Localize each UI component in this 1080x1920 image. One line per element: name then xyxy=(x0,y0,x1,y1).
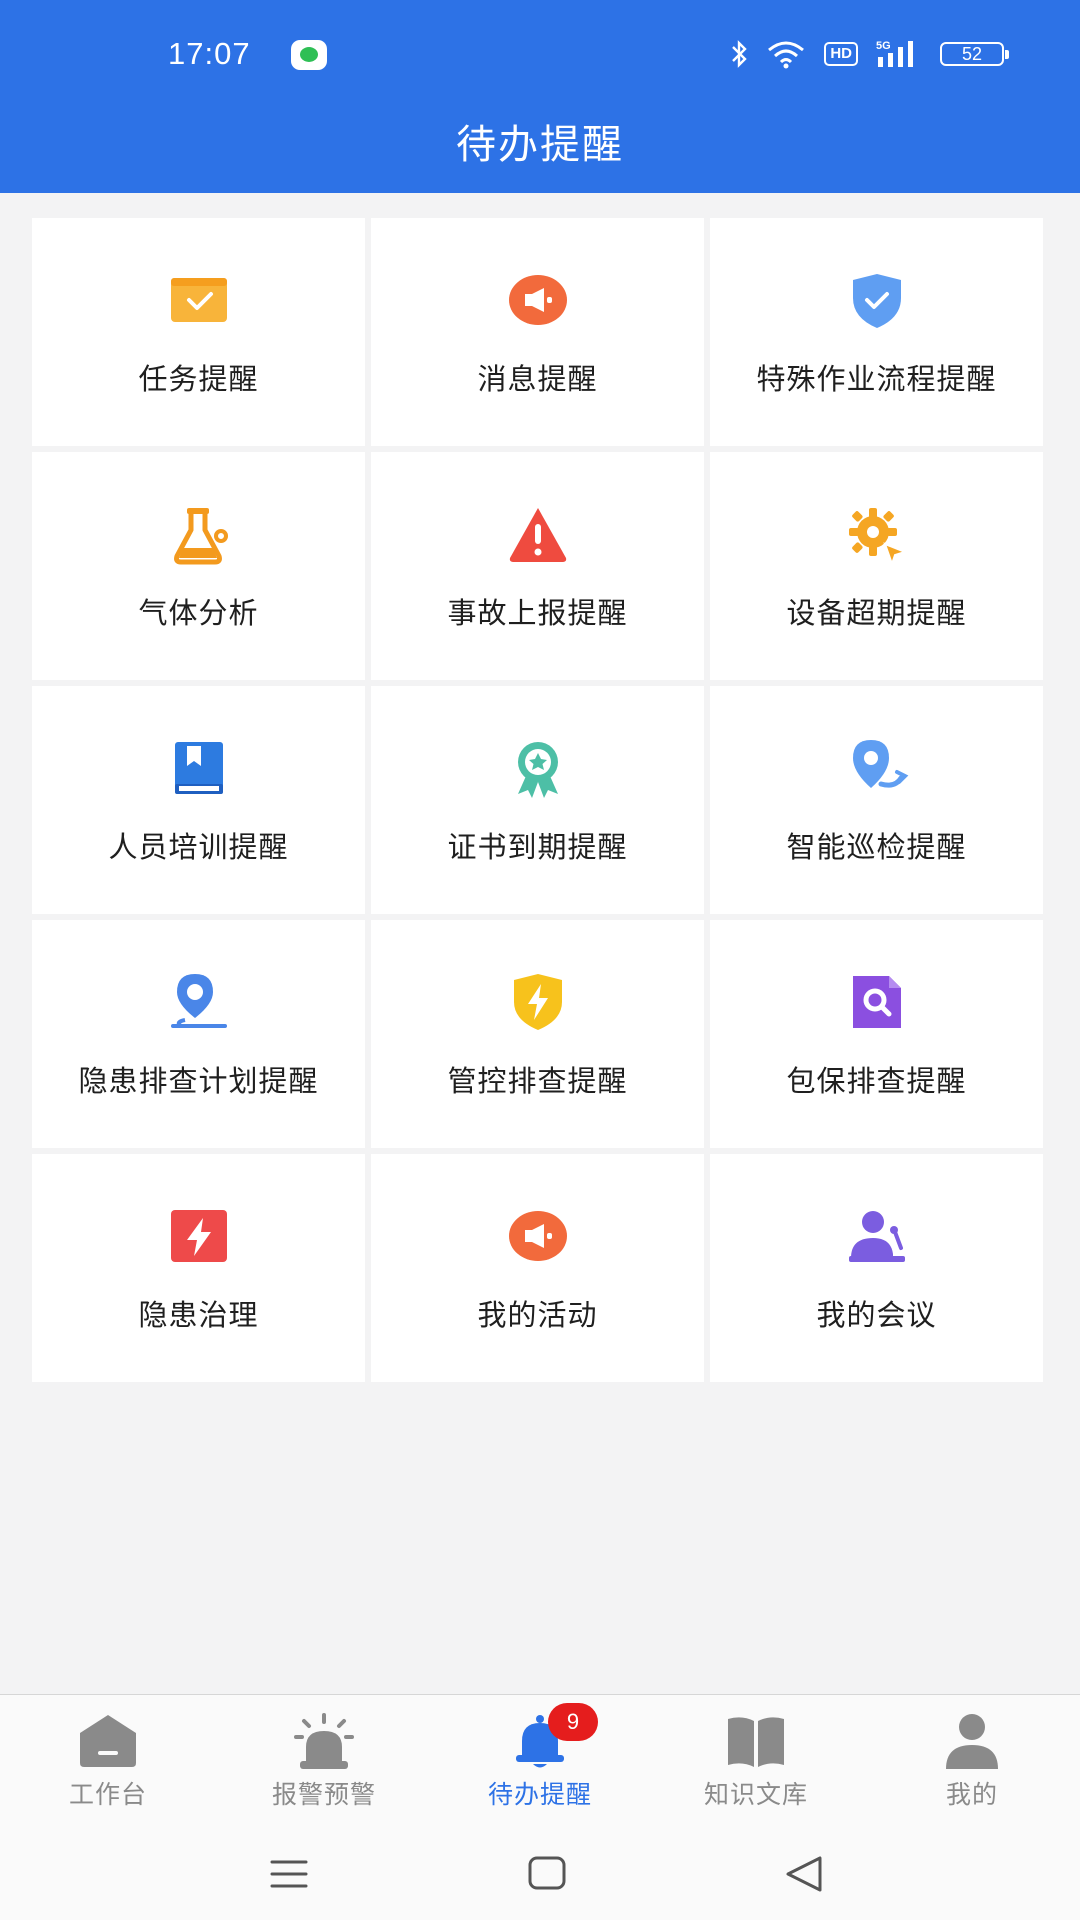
megaphone-icon xyxy=(506,268,570,332)
card-label: 特殊作业流程提醒 xyxy=(756,362,997,396)
card-label: 隐患治理 xyxy=(138,1298,259,1332)
card-label: 智能巡检提醒 xyxy=(786,830,967,864)
card-equipment-overdue-reminder[interactable]: 设备超期提醒 xyxy=(710,452,1043,680)
unread-count-badge: 9 xyxy=(548,1703,598,1741)
gear-icon xyxy=(845,502,909,566)
book-icon xyxy=(167,736,231,800)
card-label: 我的会议 xyxy=(816,1298,937,1332)
system-navigation-bar xyxy=(0,1828,1080,1920)
battery-icon: 52 xyxy=(940,42,1009,66)
card-label: 消息提醒 xyxy=(477,362,598,396)
card-personnel-training-reminder[interactable]: 人员培训提醒 xyxy=(32,686,365,914)
location-pin-icon xyxy=(167,970,231,1034)
card-label: 包保排查提醒 xyxy=(786,1064,967,1098)
tab-alarm[interactable]: 报警预警 xyxy=(216,1695,432,1829)
tab-todo-reminder[interactable]: 9 待办提醒 xyxy=(432,1695,648,1829)
patrol-location-icon xyxy=(845,736,909,800)
wifi-icon xyxy=(766,39,806,69)
bolt-shield-icon xyxy=(506,970,570,1034)
card-label: 人员培训提醒 xyxy=(108,830,289,864)
tab-profile[interactable]: 我的 xyxy=(864,1695,1080,1829)
tab-label: 知识文库 xyxy=(703,1780,808,1809)
card-label: 气体分析 xyxy=(138,596,259,630)
card-label: 我的活动 xyxy=(477,1298,598,1332)
card-message-reminder[interactable]: 消息提醒 xyxy=(371,218,704,446)
card-accident-report-reminder[interactable]: 事故上报提醒 xyxy=(371,452,704,680)
status-bar: 17:07 HD 5G 52 xyxy=(0,0,1080,110)
card-label: 管控排查提醒 xyxy=(447,1064,628,1098)
meeting-icon xyxy=(845,1204,909,1268)
book-open-icon xyxy=(724,1711,788,1771)
search-doc-icon xyxy=(845,970,909,1034)
menu-button[interactable] xyxy=(264,1850,314,1898)
signal-icon: 5G xyxy=(876,39,922,69)
shield-check-icon xyxy=(845,268,909,332)
tab-label: 我的 xyxy=(945,1780,998,1809)
card-smart-patrol-reminder[interactable]: 智能巡检提醒 xyxy=(710,686,1043,914)
task-check-icon xyxy=(167,268,231,332)
card-label: 证书到期提醒 xyxy=(447,830,628,864)
card-label: 事故上报提醒 xyxy=(447,596,628,630)
card-certificate-expiry-reminder[interactable]: 证书到期提醒 xyxy=(371,686,704,914)
bottom-tab-bar: 工作台 报警预警 9 待办提醒 知识文库 我的 xyxy=(0,1694,1080,1828)
message-notification-icon xyxy=(291,40,327,70)
tab-label: 报警预警 xyxy=(271,1780,376,1809)
card-gas-analysis[interactable]: 气体分析 xyxy=(32,452,365,680)
status-indicators: HD 5G 52 xyxy=(730,36,1009,72)
card-label: 设备超期提醒 xyxy=(786,596,967,630)
card-control-inspection-reminder[interactable]: 管控排查提醒 xyxy=(371,920,704,1148)
user-icon xyxy=(940,1711,1004,1771)
award-icon xyxy=(506,736,570,800)
back-button[interactable] xyxy=(780,1850,830,1898)
tab-label: 工作台 xyxy=(68,1780,147,1809)
tab-label: 待办提醒 xyxy=(487,1780,592,1809)
card-label: 任务提醒 xyxy=(138,362,259,396)
bluetooth-icon xyxy=(730,39,748,69)
card-hazard-plan-reminder[interactable]: 隐患排查计划提醒 xyxy=(32,920,365,1148)
card-task-reminder[interactable]: 任务提醒 xyxy=(32,218,365,446)
lightning-icon xyxy=(167,1204,231,1268)
status-time: 17:07 xyxy=(168,36,251,71)
card-my-activities[interactable]: 我的活动 xyxy=(371,1154,704,1382)
warning-icon xyxy=(506,502,570,566)
reminder-grid: 任务提醒 消息提醒 特殊作业流程提醒 气体分析 事故上报提醒 设备超期提醒 人员… xyxy=(32,218,1044,1382)
page-title: 待办提醒 xyxy=(456,122,624,168)
network-type: 5G xyxy=(876,40,891,52)
alarm-icon xyxy=(292,1711,356,1771)
hd-badge: HD xyxy=(824,42,858,66)
card-label: 隐患排查计划提醒 xyxy=(78,1064,319,1098)
tab-workbench[interactable]: 工作台 xyxy=(0,1695,216,1829)
home-button[interactable] xyxy=(522,1850,572,1898)
home-icon xyxy=(76,1711,140,1771)
megaphone-icon xyxy=(506,1204,570,1268)
tab-knowledge-library[interactable]: 知识文库 xyxy=(648,1695,864,1829)
card-package-inspection-reminder[interactable]: 包保排查提醒 xyxy=(710,920,1043,1148)
card-special-work-reminder[interactable]: 特殊作业流程提醒 xyxy=(710,218,1043,446)
card-my-meetings[interactable]: 我的会议 xyxy=(710,1154,1043,1382)
card-hazard-governance[interactable]: 隐患治理 xyxy=(32,1154,365,1382)
app-header: 17:07 HD 5G 52 待办提醒 xyxy=(0,0,1080,193)
flask-icon xyxy=(167,502,231,566)
